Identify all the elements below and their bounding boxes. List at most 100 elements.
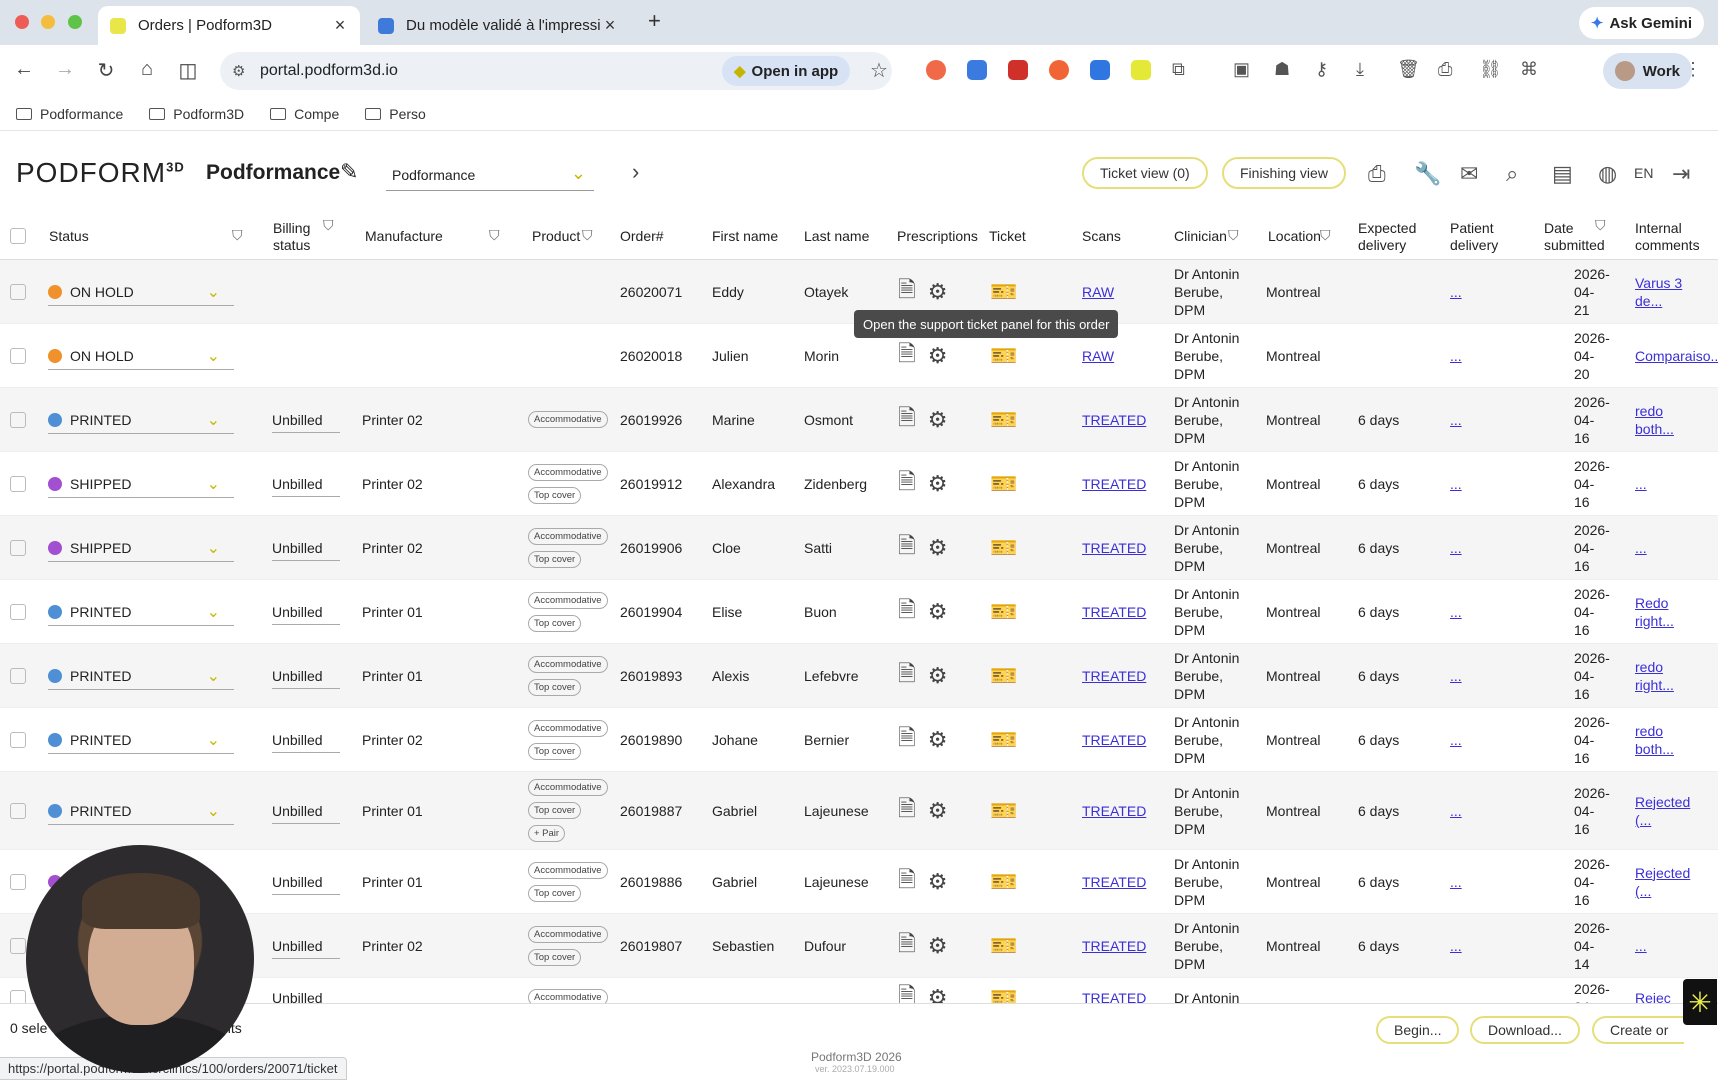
- gear-icon[interactable]: ⚙: [928, 535, 948, 561]
- create-order-button[interactable]: Create or: [1592, 1016, 1685, 1044]
- extensions-puzzle-icon[interactable]: ⧉: [1172, 59, 1185, 80]
- ticket-icon[interactable]: 🎫: [990, 850, 1017, 913]
- browser-menu-icon[interactable]: ⋮: [1684, 59, 1702, 80]
- screen-capture-icon[interactable]: ▣: [1233, 59, 1250, 80]
- internal-comment-link[interactable]: Varus 3 de...: [1635, 260, 1715, 323]
- status-select[interactable]: SHIPPED ⌄: [48, 452, 234, 515]
- bookmark-perso[interactable]: Perso: [365, 106, 426, 122]
- col-order[interactable]: Order#: [620, 213, 664, 260]
- prescription-document-icon[interactable]: 🗎: [898, 593, 916, 631]
- col-expected-delivery[interactable]: Expected delivery: [1358, 213, 1428, 260]
- table-row[interactable]: ⌄UnbilledAccommodative🗎⚙🎫TREATEDDr Anton…: [0, 978, 1718, 1003]
- finishing-view-button[interactable]: Finishing view: [1222, 157, 1346, 189]
- back-icon[interactable]: ←: [12, 58, 36, 81]
- status-select[interactable]: PRINTED ⌄: [48, 708, 234, 771]
- billing-select[interactable]: Unbilled: [272, 708, 340, 771]
- billing-select[interactable]: Unbilled: [272, 978, 340, 1004]
- extension-pdf-icon[interactable]: [1008, 60, 1028, 80]
- row-checkbox[interactable]: [10, 874, 26, 890]
- incognito-icon[interactable]: ☗: [1274, 59, 1290, 80]
- billing-select[interactable]: Unbilled: [272, 388, 340, 451]
- row-checkbox[interactable]: [10, 476, 26, 492]
- new-tab-button[interactable]: +: [648, 8, 661, 34]
- col-clinician[interactable]: Clinician: [1174, 213, 1227, 260]
- clinic-select[interactable]: Podformance ⌄: [386, 161, 594, 191]
- prescription-document-icon[interactable]: 🗎: [898, 401, 916, 439]
- ticket-icon[interactable]: 🎫: [990, 708, 1017, 771]
- internal-comment-link[interactable]: ...: [1635, 516, 1715, 579]
- prescription-document-icon[interactable]: 🗎: [898, 863, 916, 901]
- row-checkbox[interactable]: [10, 990, 26, 1003]
- table-row[interactable]: SHIPPED ⌄ Unbilled Printer 02 Accommodative T…: [0, 452, 1718, 516]
- row-checkbox[interactable]: [10, 540, 26, 556]
- ticket-icon[interactable]: 🎫: [990, 516, 1017, 579]
- patient-delivery-link[interactable]: ...: [1450, 914, 1462, 977]
- col-first-name[interactable]: First name: [712, 213, 778, 260]
- status-select[interactable]: SHIPPED ⌄: [48, 516, 234, 579]
- internal-comment-link[interactable]: Comparaiso...: [1635, 324, 1718, 387]
- close-tab-icon[interactable]: ×: [332, 15, 348, 36]
- gear-icon[interactable]: ⚙: [928, 599, 948, 625]
- ticket-icon[interactable]: 🎫: [990, 644, 1017, 707]
- scan-link[interactable]: TREATED: [1082, 452, 1146, 515]
- prescription-document-icon[interactable]: 🗎: [898, 529, 916, 567]
- prescription-document-icon[interactable]: 🗎: [898, 465, 916, 503]
- webcam-overlay[interactable]: [26, 845, 254, 1073]
- print-icon[interactable]: ⎙: [1438, 59, 1452, 80]
- maximize-window-button[interactable]: [68, 15, 82, 29]
- billing-select[interactable]: Unbilled: [272, 914, 340, 977]
- ticket-icon[interactable]: 🎫: [990, 978, 1017, 1004]
- search-icon[interactable]: ⌕: [1506, 161, 1518, 187]
- trash-icon[interactable]: 🗑: [1397, 59, 1420, 80]
- bookmark-podform3d[interactable]: Podform3D: [149, 106, 244, 122]
- document-icon[interactable]: ▤: [1552, 161, 1573, 187]
- scan-link[interactable]: TREATED: [1082, 772, 1146, 849]
- scan-link[interactable]: TREATED: [1082, 978, 1146, 1004]
- patient-delivery-link[interactable]: ...: [1450, 452, 1462, 515]
- ticket-icon[interactable]: 🎫: [990, 772, 1017, 849]
- bookmark-star-icon[interactable]: ☆: [870, 58, 888, 83]
- patient-delivery-link[interactable]: ...: [1450, 260, 1462, 323]
- prescription-document-icon[interactable]: 🗎: [898, 721, 916, 759]
- prescription-document-icon[interactable]: 🗎: [898, 979, 916, 1004]
- scan-link[interactable]: TREATED: [1082, 850, 1146, 913]
- close-tab-icon[interactable]: ×: [602, 15, 618, 36]
- prescription-document-icon[interactable]: 🗎: [898, 927, 916, 965]
- gear-icon[interactable]: ⚙: [928, 471, 948, 497]
- patient-delivery-link[interactable]: ...: [1450, 850, 1462, 913]
- row-checkbox[interactable]: [10, 412, 26, 428]
- internal-comment-link[interactable]: Rejected (...: [1635, 850, 1715, 913]
- tab-du-modele[interactable]: Du modèle validé à l'impressi ×: [366, 6, 630, 45]
- printer-icon[interactable]: ⎙: [1368, 161, 1386, 187]
- billing-select[interactable]: Unbilled: [272, 644, 340, 707]
- prescription-document-icon[interactable]: 🗎: [898, 337, 916, 375]
- patient-delivery-link[interactable]: ...: [1450, 580, 1462, 643]
- scan-link[interactable]: TREATED: [1082, 644, 1146, 707]
- col-location[interactable]: Location: [1268, 213, 1321, 260]
- table-row[interactable]: SHIPPED ⌄ Unbilled Printer 02 Accommodative T…: [0, 516, 1718, 580]
- col-last-name[interactable]: Last name: [804, 213, 869, 260]
- tab-orders[interactable]: Orders | Podform3D ×: [98, 6, 360, 45]
- scan-link[interactable]: TREATED: [1082, 708, 1146, 771]
- download-button[interactable]: Download...: [1470, 1016, 1580, 1044]
- reload-icon[interactable]: ↻: [94, 58, 118, 83]
- profile-button[interactable]: Work: [1602, 53, 1692, 89]
- patient-delivery-link[interactable]: ...: [1450, 516, 1462, 579]
- filter-icon[interactable]: ⛉: [582, 227, 593, 244]
- patient-delivery-link[interactable]: ...: [1450, 644, 1462, 707]
- internal-comment-link[interactable]: redo both...: [1635, 708, 1715, 771]
- billing-select[interactable]: Unbilled: [272, 516, 340, 579]
- gear-icon[interactable]: ⚙: [928, 663, 948, 689]
- podform-logo[interactable]: PODFORM3D: [16, 157, 185, 189]
- select-all-checkbox[interactable]: [10, 228, 26, 244]
- extension-gear-icon[interactable]: [1090, 60, 1110, 80]
- ticket-icon[interactable]: 🎫: [990, 388, 1017, 451]
- language-label[interactable]: EN: [1634, 165, 1653, 181]
- row-checkbox[interactable]: [10, 348, 26, 364]
- filter-icon[interactable]: ⛉: [323, 217, 334, 234]
- gear-icon[interactable]: ⚙: [928, 798, 948, 824]
- site-info-icon[interactable]: ⚙: [232, 62, 245, 80]
- bookmark-podformance[interactable]: Podformance: [16, 106, 123, 122]
- home-icon[interactable]: ⌂: [135, 58, 159, 81]
- minimize-window-button[interactable]: [41, 15, 55, 29]
